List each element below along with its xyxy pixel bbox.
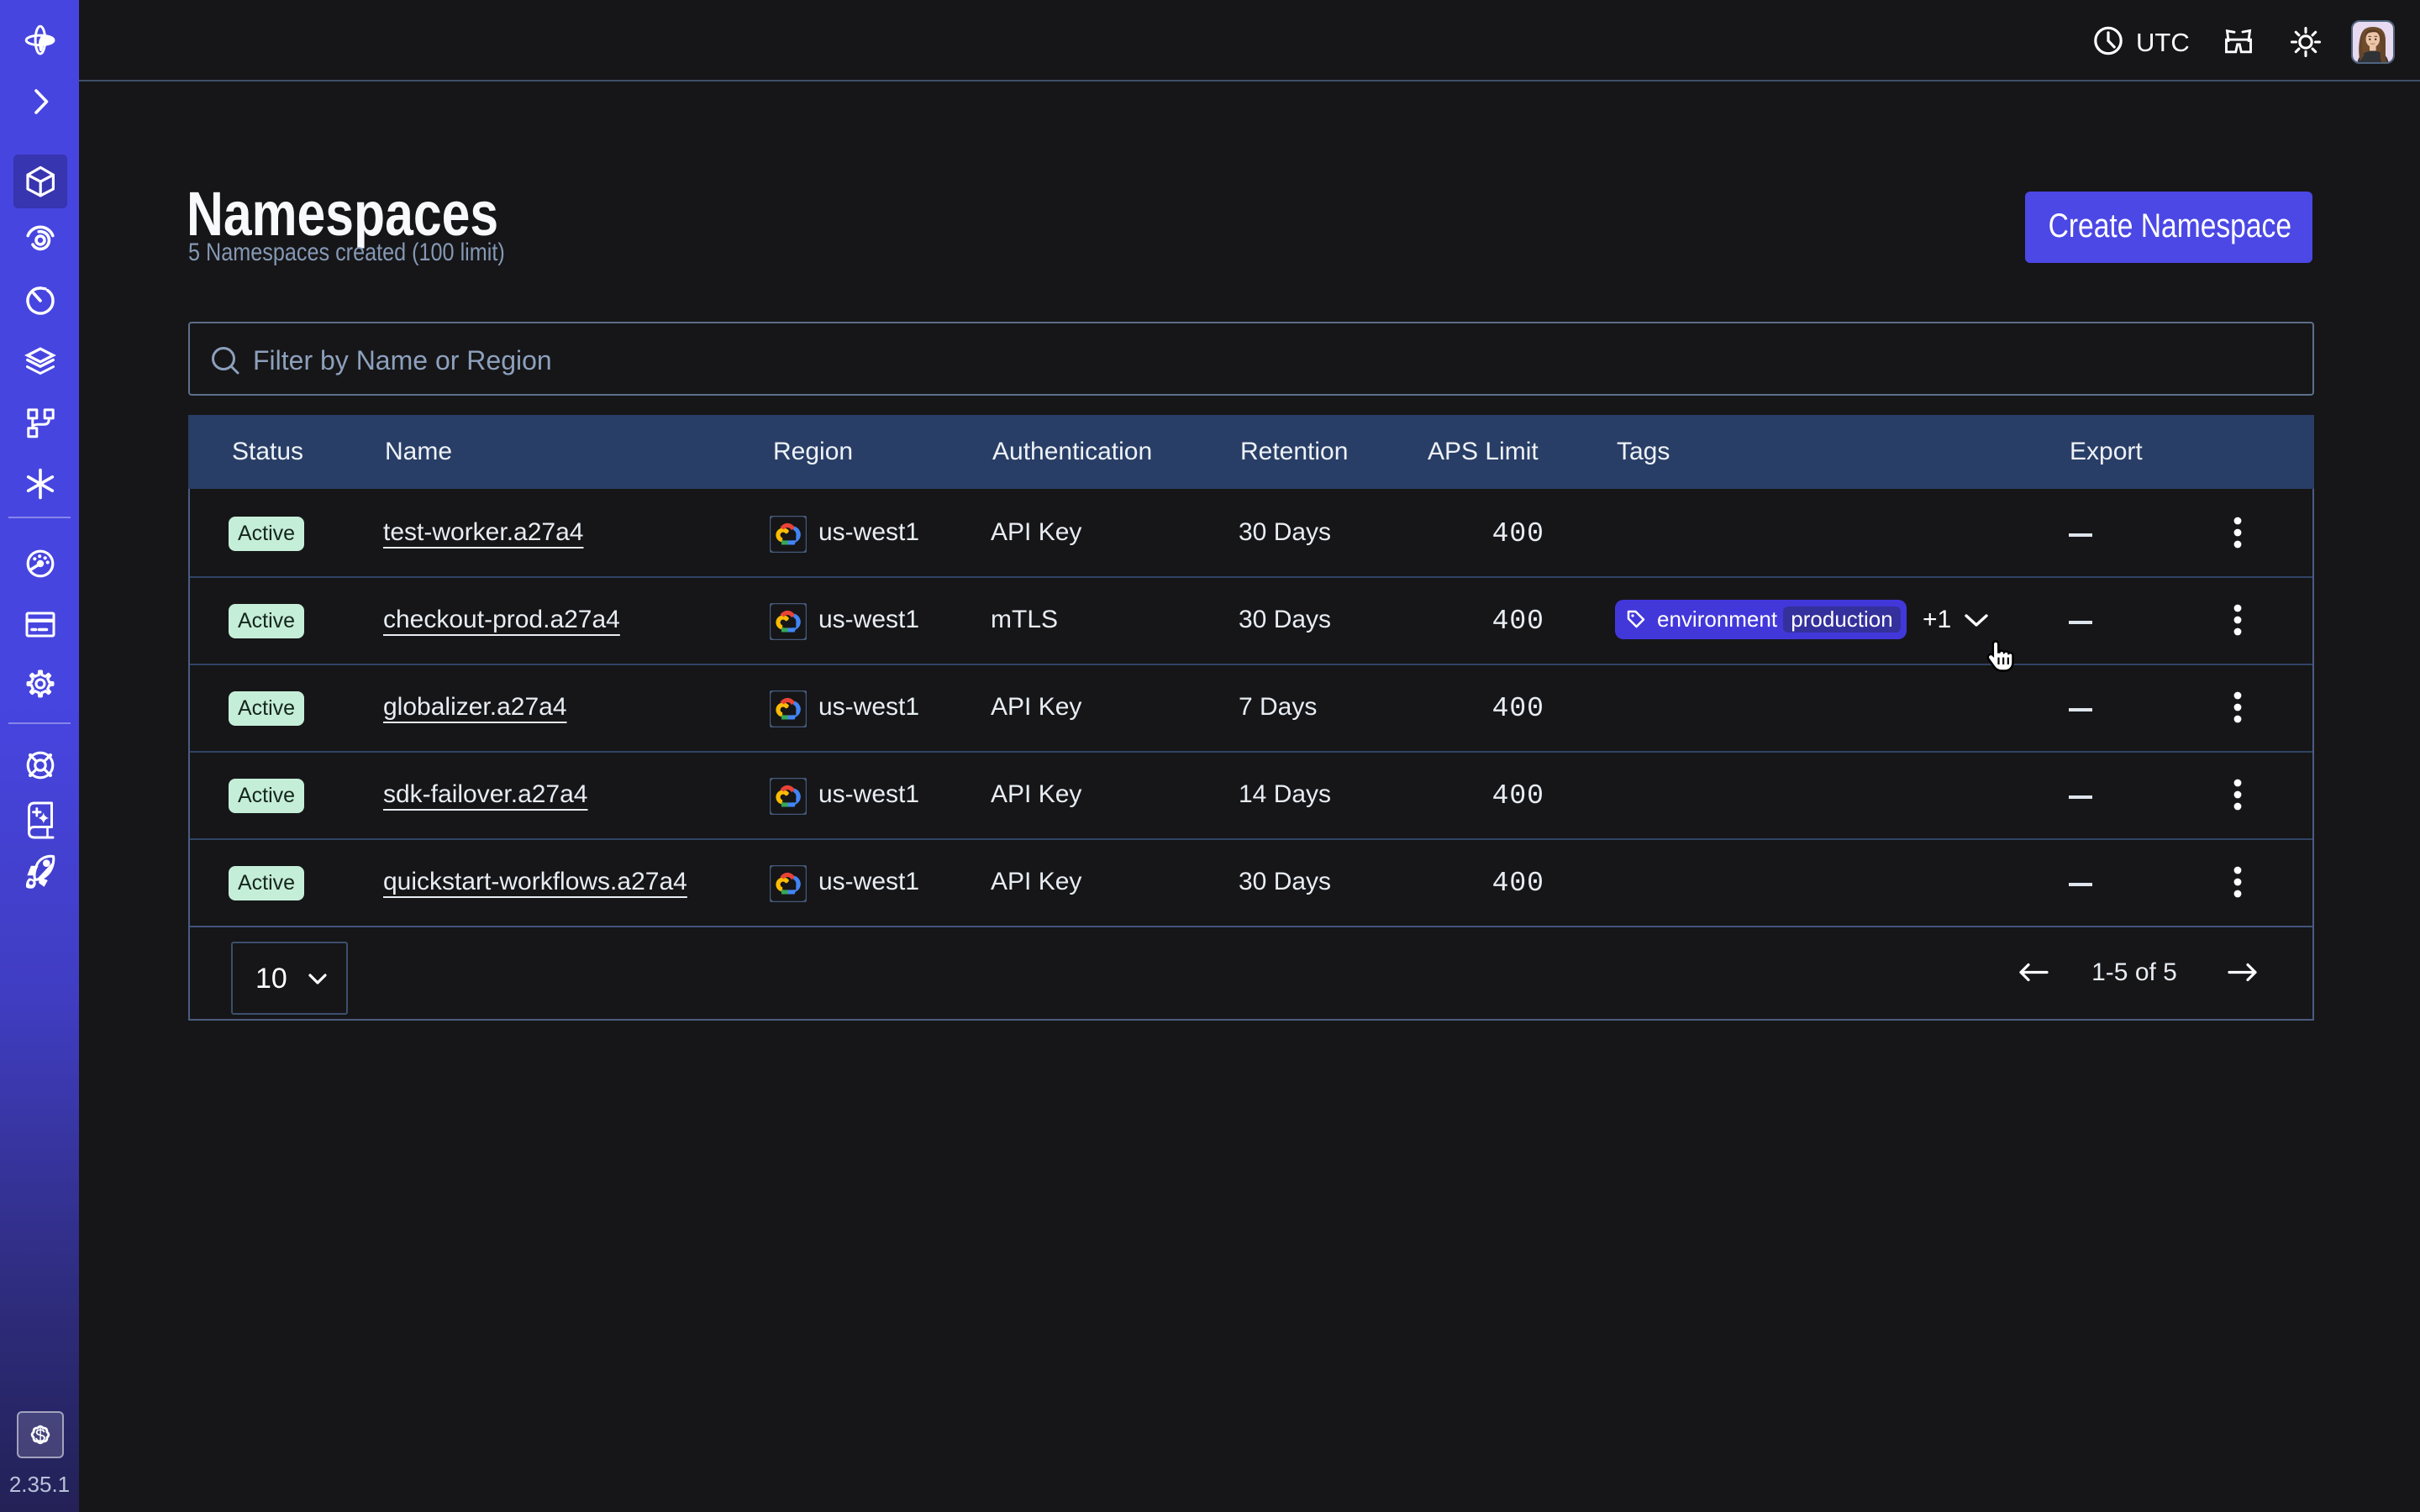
svg-text:$: $ [35, 1425, 45, 1446]
